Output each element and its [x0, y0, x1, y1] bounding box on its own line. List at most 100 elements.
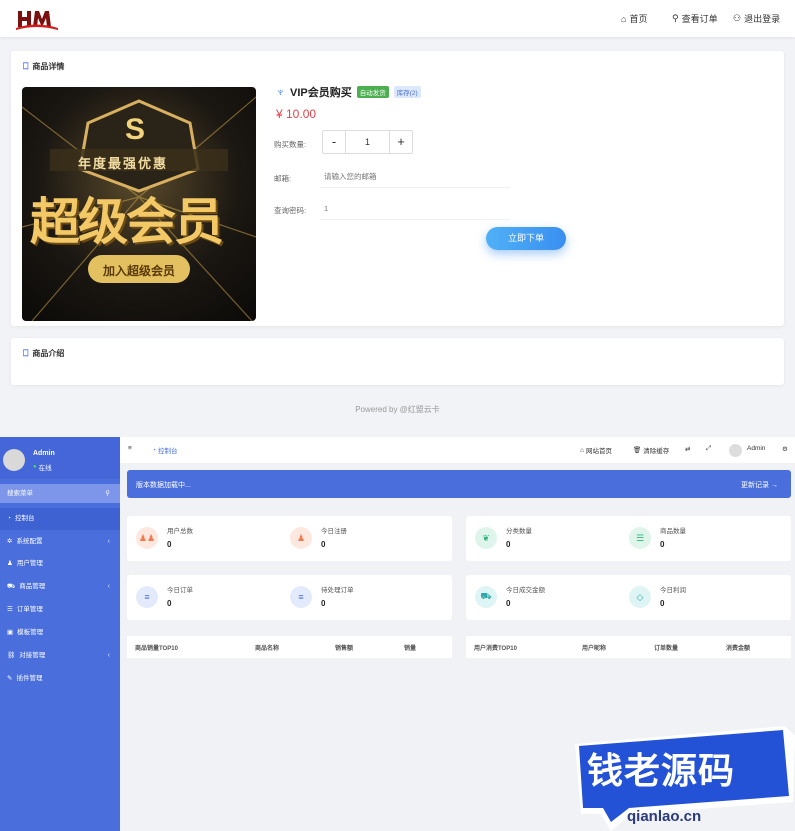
sidebar-item-label: 商品管理	[19, 583, 46, 590]
table-header-cell: 商品名称	[255, 646, 280, 652]
qty-plus-button[interactable]: +	[390, 131, 412, 153]
sidebar-item-label: 控制台	[14, 515, 35, 522]
avatar[interactable]	[3, 449, 25, 471]
stat-label: 今日利润	[660, 587, 686, 594]
breadcrumb-label: 控制台	[157, 448, 178, 455]
menu-icon: ≡	[290, 586, 312, 608]
settings-icon[interactable]: ⚙	[782, 445, 788, 453]
list-icon: ☰	[7, 606, 13, 613]
user-add-icon: ♟	[290, 527, 312, 549]
clear-cache-label: 清除缓存	[643, 448, 670, 455]
detail-title: ⎕ 商品详情	[23, 61, 64, 72]
product-intro-card: ⎕ 商品介绍	[11, 338, 784, 385]
chevron-left-icon: ‹	[107, 583, 110, 590]
chevron-left-icon: ‹	[107, 538, 110, 545]
list-icon: ☰	[629, 527, 651, 549]
template-icon: ▣	[7, 629, 14, 636]
breadcrumb[interactable]: ◔ 控制台	[152, 445, 178, 456]
menu-toggle-icon[interactable]: ≡	[128, 445, 132, 452]
nav-logout[interactable]: ⚇ 退出登录	[733, 12, 780, 25]
translate-icon[interactable]: ⇄	[685, 445, 690, 453]
table-header-cell: 用户消费TOP10	[474, 646, 517, 652]
site-home-label: 网站首页	[585, 448, 612, 455]
home-icon: ⌂	[621, 13, 627, 24]
stat-label: 商品数量	[660, 528, 686, 535]
watermark: 钱老源码 qianlao.cn	[571, 722, 795, 831]
query-password-field[interactable]	[320, 198, 510, 220]
sidebar-item-label: 用户管理	[16, 560, 43, 567]
product-name: VIP会员购买	[290, 87, 352, 99]
stat-category-count: ❦ 分类数量 0	[466, 516, 616, 561]
sidebar-item-system[interactable]: ✲ 系统配置 ‹	[0, 531, 120, 553]
stat-goods-count: ☰ 商品数量 0	[620, 516, 770, 561]
stat-label: 今日成交金额	[506, 587, 545, 594]
clear-cache-button[interactable]: 🗑 清除缓存	[633, 445, 669, 455]
menu-icon: ≡	[136, 586, 158, 608]
buy-now-button[interactable]: 立即下单	[486, 227, 566, 250]
sidebar-user-panel: Admin ● 在线	[0, 437, 120, 479]
stat-user-total: ♟♟ 用户总数 0	[127, 516, 277, 561]
email-label: 邮箱:	[274, 174, 292, 183]
qty-minus-button[interactable]: -	[323, 131, 345, 153]
user-icon: ⚇	[733, 13, 742, 23]
search-icon[interactable]: ⚲	[105, 484, 110, 503]
stat-label: 用户总数	[167, 528, 193, 535]
image-join-text: 加入超级会员	[102, 264, 175, 278]
stat-label: 分类数量	[506, 528, 532, 535]
sidebar-item-label: 插件管理	[16, 675, 43, 682]
sidebar-search-placeholder: 搜索菜单	[7, 490, 33, 497]
image-promo-text: 年度最强优惠	[78, 156, 169, 171]
powered-by: Powered by @红盟云卡	[355, 405, 440, 414]
site-logo[interactable]	[16, 7, 58, 31]
table-header-cell: 用户昵称	[582, 646, 607, 652]
stat-value: 0	[506, 599, 511, 608]
topbar-username[interactable]: Admin	[747, 445, 765, 452]
notice-text: 版本数据加载中...	[136, 482, 191, 489]
nav-home[interactable]: ⌂ 首页	[621, 12, 647, 25]
sidebar-item-plugins[interactable]: ✎ 插件管理	[0, 668, 120, 690]
site-home-link[interactable]: ⌂ 网站首页	[580, 445, 612, 456]
plugin-icon: ✎	[7, 675, 13, 682]
stat-label: 今日订单	[167, 587, 193, 594]
user-top10-table-header: 用户消费TOP10 用户昵称 订单数量 消费金额	[466, 636, 791, 658]
sidebar-status-text: 在线	[38, 465, 52, 472]
product-title: ♆ VIP会员购买 自动发货 库存(2)	[276, 84, 421, 100]
stat-value: 0	[167, 599, 172, 608]
sidebar-item-goods[interactable]: ⛟ 商品管理 ‹	[0, 576, 120, 598]
sidebar-item-label: 对接管理	[19, 652, 46, 659]
pwd-label: 查询密码:	[274, 206, 307, 215]
qty-label: 购买数量:	[274, 140, 307, 149]
email-field[interactable]	[320, 166, 510, 188]
changelog-link[interactable]: 更新记录 →	[741, 480, 778, 490]
stat-label: 今日注册	[321, 528, 347, 535]
online-dot-icon: ●	[33, 464, 37, 470]
table-header-cell: 销量	[404, 646, 417, 652]
qty-value[interactable]: 1	[345, 131, 390, 153]
sidebar-item-label: 订单管理	[16, 606, 43, 613]
admin-sidebar: Admin ● 在线 搜索菜单 ⚲ ◔ 控制台 ✲ 系统配置 ‹ ♟ 用户管理 ⛟ 商品管…	[0, 437, 120, 831]
search-icon: ⚲	[672, 13, 679, 23]
stat-today-register: ♟ 今日注册 0	[281, 516, 431, 561]
image-emblem: S	[125, 113, 146, 146]
sidebar-item-users[interactable]: ♟ 用户管理	[0, 553, 120, 575]
quantity-stepper: - 1 +	[322, 130, 413, 154]
sidebar-username: Admin	[33, 450, 55, 457]
watermark-url: qianlao.cn	[627, 808, 702, 825]
sidebar-item-templates[interactable]: ▣ 模板管理	[0, 622, 120, 644]
stat-today-amount: ⛟ 今日成交金额 0	[466, 575, 616, 620]
dashboard-icon: ◔	[7, 515, 11, 522]
topbar-avatar[interactable]	[729, 444, 742, 457]
nav-orders[interactable]: ⚲ 查看订单	[672, 12, 718, 25]
nav-logout-label: 退出登录	[744, 14, 781, 24]
sidebar-item-docking[interactable]: ⛓ 对接管理 ‹	[0, 645, 120, 667]
nav-home-label: 首页	[629, 14, 648, 24]
sidebar-item-dashboard[interactable]: ◔ 控制台	[0, 508, 120, 530]
fullscreen-icon[interactable]: ⤢	[706, 445, 711, 453]
stat-label: 待处理订单	[321, 587, 354, 594]
sidebar-item-label: 模板管理	[17, 629, 44, 636]
sidebar-item-orders[interactable]: ☰ 订单管理	[0, 599, 120, 621]
users-icon: ♟♟	[136, 527, 158, 549]
nav-orders-label: 查看订单	[681, 14, 718, 24]
sidebar-search[interactable]: 搜索菜单 ⚲	[0, 484, 120, 503]
badge-auto-delivery: 自动发货	[356, 86, 389, 98]
